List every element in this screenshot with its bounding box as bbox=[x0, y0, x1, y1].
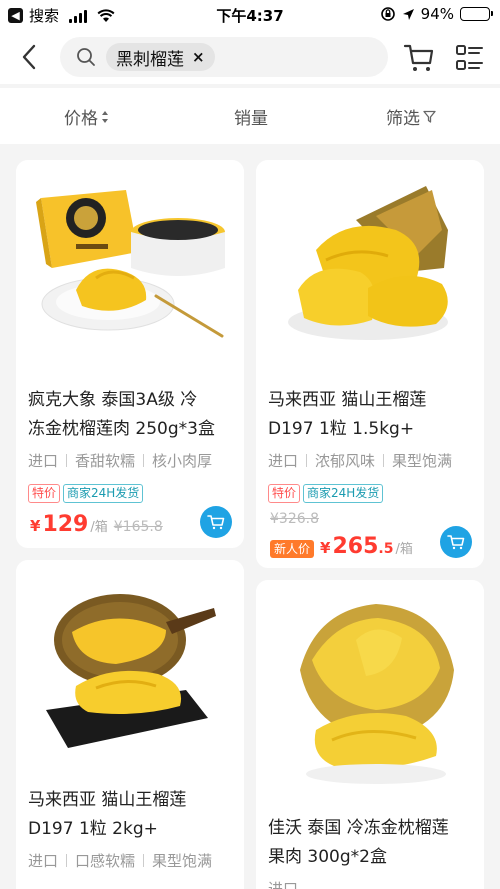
product-tags: 特价 商家24H发货 bbox=[268, 484, 384, 503]
shopping-cart-icon bbox=[403, 44, 434, 71]
sort-by-price[interactable]: 价格 bbox=[64, 104, 109, 129]
product-card[interactable]: 佳沃 泰国 冷冻金枕榴莲 果肉 300g*2盒 进口 bbox=[256, 580, 484, 889]
search-icon bbox=[74, 45, 98, 69]
product-image bbox=[256, 580, 484, 790]
filter-button[interactable]: 筛选 bbox=[386, 104, 436, 129]
sort-sales-label: 销量 bbox=[234, 109, 268, 129]
sort-by-sales[interactable]: 销量 bbox=[234, 104, 268, 129]
attr-label: 果型饱满 bbox=[392, 452, 453, 470]
product-attributes: 进口 香甜软糯 核小肉厚 bbox=[28, 450, 236, 471]
attr-label: 核小肉厚 bbox=[152, 452, 213, 470]
product-title[interactable]: 马来西亚 猫山王榴莲 D197 1粒 1.5kg+ bbox=[268, 386, 474, 444]
cart-button[interactable] bbox=[402, 42, 436, 74]
product-image bbox=[16, 160, 244, 370]
attr-label: 进口 bbox=[268, 452, 299, 470]
search-query-text: 黑刺榴莲 bbox=[116, 49, 184, 70]
list-view-icon bbox=[456, 45, 483, 70]
product-title-line: 疯克大象 泰国3A级 冷 bbox=[28, 390, 198, 410]
cart-icon bbox=[447, 535, 465, 550]
price-row: ¥ 129 /箱 ¥165.8 bbox=[30, 512, 163, 537]
product-card[interactable]: 马来西亚 猫山王榴莲 D197 1粒 1.5kg+ 进口 浓郁风味 果型饱满 特… bbox=[256, 160, 484, 568]
product-title[interactable]: 疯克大象 泰国3A级 冷 冻金枕榴莲肉 250g*3盒 bbox=[28, 386, 234, 444]
price-value: 129 bbox=[42, 512, 89, 537]
price-unit: /箱 bbox=[395, 542, 413, 557]
attr-label: 果型饱满 bbox=[152, 852, 213, 870]
currency-symbol: ¥ bbox=[30, 517, 41, 535]
product-title-line: 佳沃 泰国 冷冻金枕榴莲 bbox=[268, 818, 449, 838]
sort-price-label: 价格 bbox=[64, 109, 98, 129]
product-title[interactable]: 马来西亚 猫山王榴莲 D197 1粒 2kg+ bbox=[28, 786, 234, 844]
newcomer-price-badge: 新人价 bbox=[270, 540, 315, 558]
attr-label: 浓郁风味 bbox=[315, 452, 376, 470]
attr-label: 香甜软糯 bbox=[75, 452, 136, 470]
attr-label: 进口 bbox=[28, 852, 59, 870]
back-to-app-icon[interactable]: ◀ bbox=[8, 8, 23, 23]
product-card[interactable]: 疯克大象 泰国3A级 冷 冻金枕榴莲肉 250g*3盒 进口 香甜软糯 核小肉厚… bbox=[16, 160, 244, 548]
attr-label: 进口 bbox=[268, 880, 299, 889]
product-title-line: 马来西亚 猫山王榴莲 bbox=[28, 790, 187, 810]
cart-icon bbox=[207, 515, 225, 530]
currency-symbol: ¥ bbox=[320, 539, 331, 557]
product-title-line: D197 1粒 2kg+ bbox=[28, 819, 158, 839]
product-title[interactable]: 佳沃 泰国 冷冻金枕榴莲 果肉 300g*2盒 bbox=[268, 814, 474, 872]
price-unit: /箱 bbox=[90, 520, 108, 535]
layout-toggle-button[interactable] bbox=[452, 42, 486, 74]
chevron-left-icon bbox=[22, 44, 36, 70]
original-price: ¥165.8 bbox=[113, 519, 163, 535]
add-to-cart-button[interactable] bbox=[440, 526, 472, 558]
product-tags: 特价 商家24H发货 bbox=[28, 484, 144, 503]
price-decimal: .5 bbox=[378, 541, 394, 557]
product-card[interactable]: 马来西亚 猫山王榴莲 D197 1粒 2kg+ 进口 口感软糯 果型饱满 bbox=[16, 560, 244, 889]
location-arrow-icon bbox=[402, 8, 414, 20]
add-to-cart-button[interactable] bbox=[200, 506, 232, 538]
product-image bbox=[16, 560, 244, 770]
search-header: 黑刺榴莲 × bbox=[0, 30, 500, 84]
price-value: 265 bbox=[332, 534, 379, 559]
filter-bar: 价格 销量 筛选 bbox=[0, 88, 500, 144]
search-input[interactable]: 黑刺榴莲 × bbox=[60, 37, 388, 77]
battery-percent: 94% bbox=[420, 5, 454, 23]
cellular-signal-icon bbox=[69, 9, 88, 23]
special-price-tag: 特价 bbox=[268, 484, 301, 503]
back-app-label[interactable]: 搜索 bbox=[29, 5, 59, 26]
clear-query-button[interactable]: × bbox=[192, 48, 205, 66]
status-bar: ◀ 搜索 下午4:37 94% bbox=[0, 0, 500, 30]
product-image bbox=[256, 160, 484, 370]
product-title-line: 马来西亚 猫山王榴莲 bbox=[268, 390, 427, 410]
wifi-icon bbox=[97, 8, 115, 22]
special-price-tag: 特价 bbox=[28, 484, 61, 503]
product-attributes: 进口 bbox=[268, 878, 476, 889]
price-row: 新人价 ¥ 265 .5 /箱 bbox=[270, 534, 413, 559]
attr-label: 口感软糯 bbox=[75, 852, 136, 870]
product-title-line: D197 1粒 1.5kg+ bbox=[268, 419, 415, 439]
back-button[interactable] bbox=[14, 40, 44, 74]
shipping-tag: 商家24H发货 bbox=[303, 484, 384, 503]
attr-label: 进口 bbox=[28, 452, 59, 470]
product-attributes: 进口 口感软糯 果型饱满 bbox=[28, 850, 236, 871]
filter-label: 筛选 bbox=[386, 109, 420, 129]
rotation-lock-icon bbox=[380, 7, 395, 21]
product-title-line: 冻金枕榴莲肉 250g*3盒 bbox=[28, 419, 215, 439]
original-price: ¥326.8 bbox=[270, 511, 319, 527]
battery-icon bbox=[460, 7, 493, 21]
funnel-icon bbox=[423, 110, 436, 123]
search-query-chip[interactable]: 黑刺榴莲 × bbox=[106, 43, 215, 71]
product-attributes: 进口 浓郁风味 果型饱满 bbox=[268, 450, 476, 471]
shipping-tag: 商家24H发货 bbox=[63, 484, 144, 503]
sort-arrows-icon bbox=[102, 110, 108, 123]
product-title-line: 果肉 300g*2盒 bbox=[268, 847, 387, 867]
